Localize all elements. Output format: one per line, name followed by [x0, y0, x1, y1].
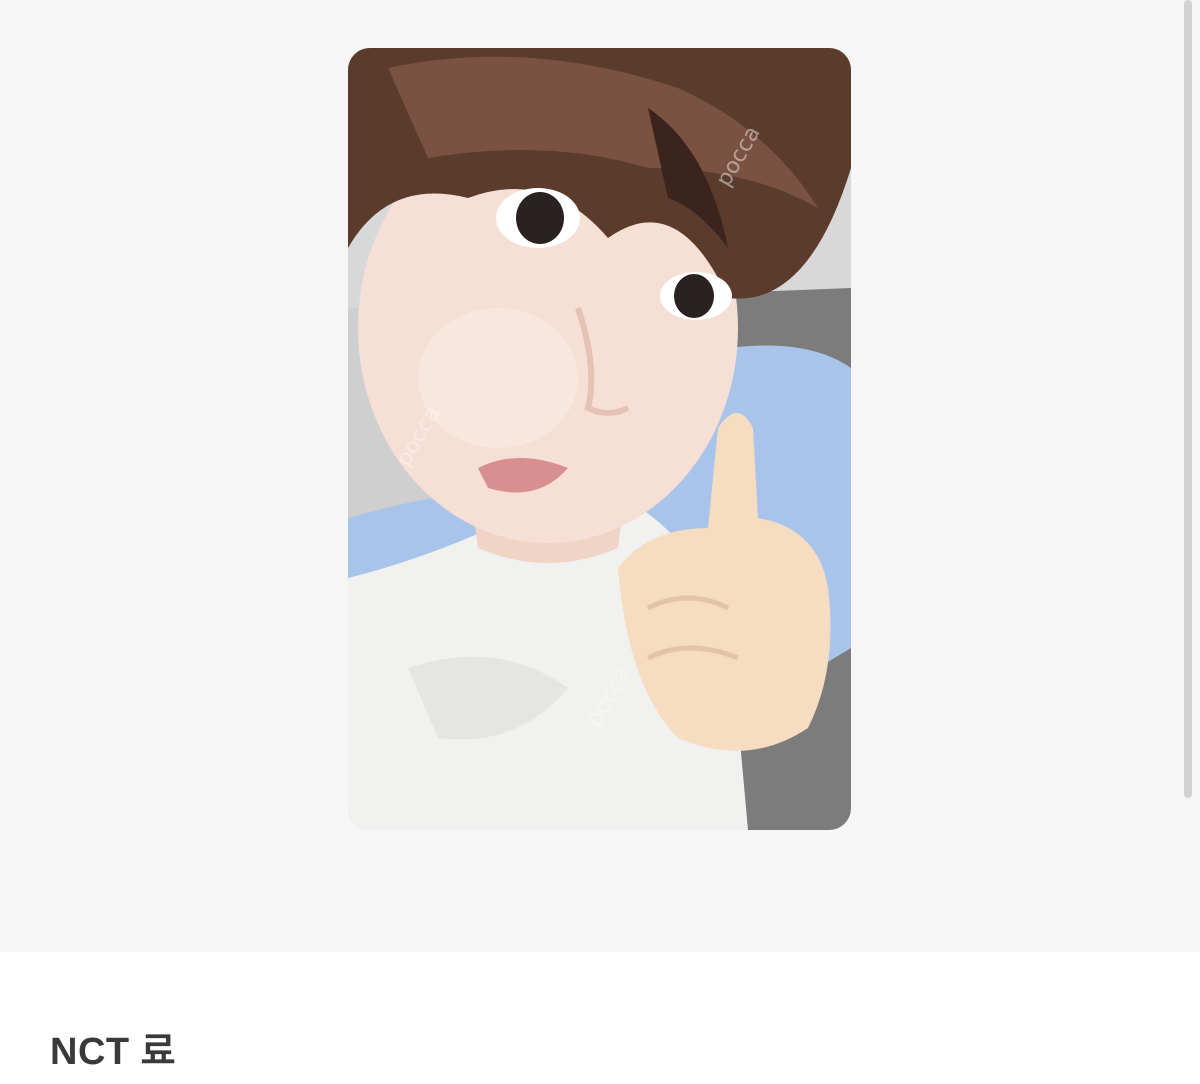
product-page: pocca pocca pocca NCT 료 — [0, 0, 1200, 1084]
product-image-area: pocca pocca pocca — [0, 0, 1200, 952]
photocard-image[interactable]: pocca pocca pocca — [348, 48, 851, 830]
product-title: NCT 료 — [50, 1031, 177, 1073]
photocard-illustration: pocca pocca pocca — [348, 48, 851, 830]
image-scrollbar[interactable] — [1184, 0, 1192, 798]
product-info: NCT 료 — [0, 952, 1200, 1084]
